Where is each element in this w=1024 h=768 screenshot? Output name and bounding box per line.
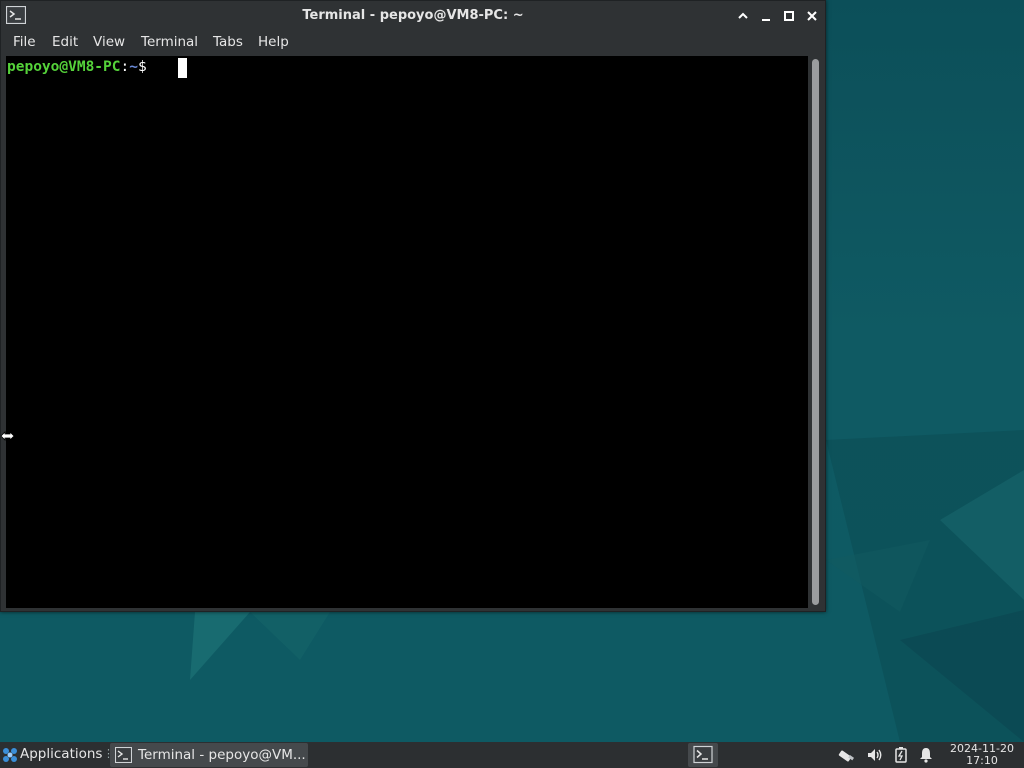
mouse-pointer-icon (0, 428, 16, 448)
terminal-icon (114, 746, 133, 767)
shell-prompt: pepoyo@VM8-PC:~$ (7, 59, 147, 75)
bell-icon[interactable] (918, 746, 934, 768)
clock-time: 17:10 (966, 754, 998, 767)
minimize-icon[interactable] (758, 8, 774, 24)
text-cursor (178, 58, 187, 78)
menu-bar: File Edit View Terminal Tabs Help (1, 31, 825, 54)
applications-menu-icon[interactable] (2, 746, 18, 764)
chevron-up-icon[interactable] (735, 8, 751, 24)
window-titlebar[interactable]: Terminal - pepoyo@VM8-PC: ~ (1, 1, 825, 31)
window-title: Terminal - pepoyo@VM8-PC: ~ (302, 8, 524, 23)
menu-terminal[interactable]: Terminal (141, 34, 198, 50)
menu-file[interactable]: File (13, 34, 36, 50)
applications-menu-button[interactable]: Applications (20, 746, 102, 762)
maximize-icon[interactable] (781, 8, 797, 24)
network-icon[interactable] (837, 746, 857, 768)
menu-view[interactable]: View (93, 34, 125, 50)
menu-help[interactable]: Help (258, 34, 289, 50)
scrollbar[interactable] (809, 56, 823, 608)
prompt-user: pepoyo@VM8-PC (7, 59, 121, 75)
battery-icon[interactable] (893, 746, 909, 768)
launcher-terminal-button[interactable] (688, 743, 718, 767)
menu-edit[interactable]: Edit (52, 34, 78, 50)
terminal-area[interactable]: pepoyo@VM8-PC:~$ (6, 56, 808, 608)
volume-icon[interactable] (866, 746, 884, 768)
terminal-window: Terminal - pepoyo@VM8-PC: ~ File Edit Vi… (0, 0, 826, 612)
taskbar-clock[interactable]: 2024-11-20 17:10 (948, 743, 1016, 767)
prompt-colon: : (120, 59, 130, 75)
prompt-path: ~ (129, 59, 138, 75)
menu-tabs[interactable]: Tabs (213, 34, 243, 50)
taskbar-task-terminal[interactable]: Terminal - pepoyo@VM... (110, 743, 308, 767)
taskbar-task-label: Terminal - pepoyo@VM... (138, 747, 306, 763)
scrollbar-thumb[interactable] (812, 59, 819, 605)
prompt-symbol: $ (137, 59, 147, 75)
taskbar: Applications ⋮ Terminal - pepoyo@VM... 2… (0, 742, 1024, 768)
close-icon[interactable] (804, 8, 820, 24)
